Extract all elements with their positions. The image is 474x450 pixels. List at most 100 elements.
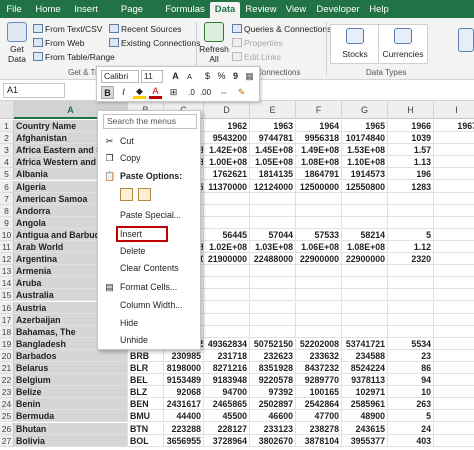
table-cell[interactable]: 8271216 [204,362,250,374]
comma-style-button[interactable]: 9 [229,70,242,83]
from-web-button[interactable]: From Web [33,37,85,50]
table-cell[interactable]: 1.10E+08 [342,156,388,169]
row-header[interactable]: 5 [0,168,14,181]
table-cell[interactable]: 9153489 [164,374,204,387]
table-cell[interactable] [342,192,388,205]
row-header[interactable]: 21 [0,362,14,374]
tab-page-layout[interactable]: Page Layout [106,3,158,29]
table-cell[interactable]: 1967 [434,120,474,132]
merge-center-icon[interactable]: ⇔ [217,86,230,99]
table-cell[interactable]: 3955377 [342,434,388,447]
table-cell[interactable] [434,277,474,290]
fill-color-icon[interactable]: ◆ [133,86,146,99]
table-cell[interactable] [434,181,474,193]
currency-format-icon[interactable]: $ [201,70,214,83]
table-cell[interactable]: 47700 [296,410,342,423]
table-cell[interactable]: 22900000 [296,253,342,266]
table-cell[interactable] [434,314,474,326]
row-header[interactable]: 27 [0,434,14,447]
column-header-i[interactable]: I [434,101,474,119]
table-cell[interactable]: 1965 [342,120,388,132]
table-cell[interactable]: 1.06E+08 [296,241,342,253]
table-cell[interactable]: 8524224 [342,362,388,374]
table-cell[interactable]: 230985 [164,349,204,362]
table-cell[interactable] [296,216,342,229]
font-color-icon[interactable]: A [149,86,162,99]
table-cell[interactable] [204,192,250,205]
table-cell[interactable]: 12550800 [342,180,388,193]
table-cell[interactable]: 56445 [204,228,250,241]
table-cell[interactable]: 9378113 [342,374,388,387]
table-cell[interactable]: 5 [388,410,434,423]
font-name-select[interactable]: Calibri [101,70,139,83]
table-cell[interactable]: 2502897 [250,398,296,411]
country-name-cell[interactable]: Benin [14,398,128,411]
table-cell[interactable]: 1864791 [296,168,342,181]
column-header-h[interactable]: H [388,101,434,119]
table-cell[interactable] [388,313,434,326]
table-cell[interactable]: 10174840 [342,132,388,145]
table-cell[interactable]: 233632 [296,349,342,362]
refresh-all-button[interactable]: Refresh All [198,44,230,64]
country-name-cell[interactable]: Belarus [14,362,128,374]
table-cell[interactable]: 2585961 [342,398,388,411]
table-cell[interactable] [342,265,388,278]
country-name-cell[interactable]: Belgium [14,374,128,387]
table-cell[interactable] [204,313,250,326]
column-header-e[interactable]: E [250,101,296,119]
table-cell[interactable]: 403 [388,434,434,447]
table-cell[interactable]: 3878104 [296,434,342,447]
table-cell[interactable] [204,204,250,217]
increase-decimal-icon[interactable]: .0 [185,86,198,99]
table-cell[interactable] [204,277,250,290]
table-cell[interactable] [204,216,250,229]
table-cell[interactable]: 228127 [204,422,250,435]
table-cell[interactable] [342,216,388,229]
font-size-select[interactable]: 11 [141,70,163,83]
table-cell[interactable]: 1.12 [388,241,434,253]
row-header[interactable]: 2 [0,132,14,145]
table-cell[interactable]: 53741721 [342,337,388,350]
table-cell[interactable] [342,289,388,302]
table-cell[interactable]: 1039 [388,132,434,145]
row-header[interactable]: 7 [0,192,14,205]
row-header[interactable]: 1 [0,120,14,132]
table-cell[interactable]: 1966 [388,120,434,132]
table-cell[interactable]: 1.42E+08 [204,144,250,157]
table-cell[interactable]: BEN [128,398,164,411]
row-header[interactable]: 16 [0,301,14,314]
row-header[interactable]: 12 [0,253,14,266]
existing-connections-button[interactable]: Existing Connections [109,37,200,50]
tab-formulas[interactable]: Formulas [164,3,206,17]
italic-icon[interactable]: I [117,86,130,99]
menu-item-format-cells[interactable]: ▤ Format Cells... [98,279,202,295]
table-cell[interactable]: 50752150 [250,337,296,350]
shrink-font-button[interactable]: A [183,70,196,83]
menu-item-copy[interactable]: ❐ Copy [98,150,202,166]
table-cell[interactable]: 92068 [164,386,204,399]
row-header[interactable]: 9 [0,216,14,229]
table-cell[interactable]: 2465865 [204,398,250,411]
table-cell[interactable] [434,386,474,399]
table-cell[interactable] [388,216,434,229]
table-cell[interactable]: 1283 [388,180,434,193]
from-table-range-button[interactable]: From Table/Range [33,51,115,64]
table-cell[interactable]: 44400 [164,410,204,423]
table-cell[interactable]: 196 [388,168,434,181]
table-cell[interactable] [388,265,434,278]
table-cell[interactable]: 1964 [296,120,342,132]
table-cell[interactable] [342,313,388,326]
table-cell[interactable] [250,277,296,290]
recent-sources-button[interactable]: Recent Sources [109,23,181,36]
get-data-button[interactable]: Get Data [4,44,30,64]
table-cell[interactable] [434,410,474,423]
table-cell[interactable]: BLZ [128,386,164,399]
paste-format-icon[interactable] [120,188,133,201]
decrease-decimal-icon[interactable]: .00 [199,86,212,99]
row-header[interactable]: 6 [0,180,14,193]
menu-item-column-width[interactable]: Column Width... [98,297,202,313]
table-cell[interactable]: 2320 [388,253,434,266]
table-cell[interactable] [434,156,474,169]
table-cell[interactable]: 1.05E+08 [250,156,296,169]
table-cell[interactable] [342,325,388,338]
